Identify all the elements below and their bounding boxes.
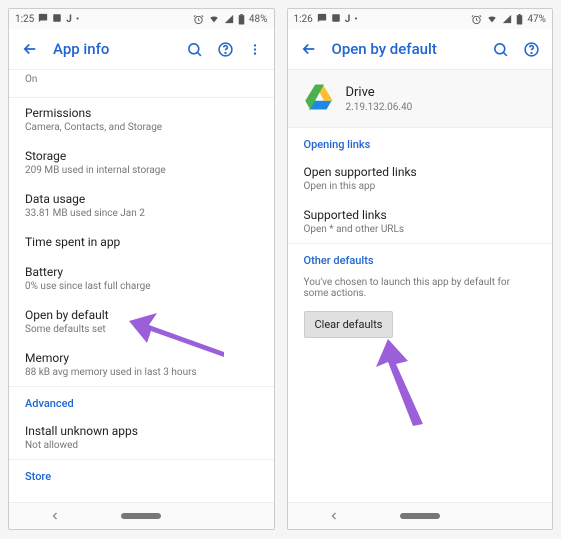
status-clock: 1:25 xyxy=(15,14,34,25)
nav-home-pill[interactable] xyxy=(400,513,440,519)
alarm-icon xyxy=(193,14,204,25)
row-label: Data usage xyxy=(25,192,258,206)
row-datausage[interactable]: Data usage 33.81 MB used since Jan 2 xyxy=(9,184,274,227)
notif-j-icon: J xyxy=(345,14,351,25)
row-time-in-app[interactable]: Time spent in app xyxy=(9,227,274,257)
row-open-by-default[interactable]: Open by default Some defaults set xyxy=(9,300,274,343)
battery-percent: 47% xyxy=(527,14,546,25)
wifi-icon xyxy=(486,14,498,24)
help-icon[interactable] xyxy=(523,41,540,58)
row-on[interactable]: On xyxy=(9,70,274,97)
section-opening-links: Opening links xyxy=(288,128,553,157)
section-advanced[interactable]: Advanced xyxy=(9,386,274,416)
row-sub: 33.81 MB used since Jan 2 xyxy=(25,208,258,219)
row-sub: 88 kB avg memory used in last 3 hours xyxy=(25,367,258,378)
page-title: App info xyxy=(53,40,172,58)
row-sub: Not allowed xyxy=(25,440,258,451)
app-bar: App info xyxy=(9,29,274,70)
status-left: 1:26 J • xyxy=(294,13,358,26)
nav-home-pill[interactable] xyxy=(121,513,161,519)
nav-back-icon[interactable] xyxy=(328,507,340,526)
notif-icon xyxy=(52,13,62,26)
alarm-icon xyxy=(471,14,482,25)
message-icon xyxy=(38,13,48,26)
status-bar: 1:25 J • 48% xyxy=(9,9,274,29)
row-label: Supported links xyxy=(304,208,537,222)
drive-app-icon xyxy=(304,82,334,115)
clear-defaults-button[interactable]: Clear defaults xyxy=(304,311,394,338)
status-left: 1:25 J • xyxy=(15,13,79,26)
row-battery[interactable]: Battery 0% use since last full charge xyxy=(9,257,274,300)
row-label: Install unknown apps xyxy=(25,424,258,438)
content: On Permissions Camera, Contacts, and Sto… xyxy=(9,70,274,502)
battery-icon xyxy=(238,14,245,25)
status-right: 48% xyxy=(193,14,268,25)
nav-back-icon[interactable] xyxy=(49,507,61,526)
phone-right: 1:26 J • 47% xyxy=(287,8,554,530)
row-open-supported-links[interactable]: Open supported links Open in this app xyxy=(288,157,553,200)
help-icon[interactable] xyxy=(217,41,234,58)
row-sub: Open * and other URLs xyxy=(304,224,537,235)
notif-icon xyxy=(331,13,341,26)
section-other-defaults: Other defaults xyxy=(288,243,553,273)
nav-bar xyxy=(9,502,274,529)
back-icon[interactable] xyxy=(21,40,39,58)
content: Drive 2.19.132.06.40 Opening links Open … xyxy=(288,70,553,502)
message-icon xyxy=(317,13,327,26)
battery-percent: 48% xyxy=(249,14,268,25)
status-right: 47% xyxy=(471,14,546,25)
row-label: Time spent in app xyxy=(25,235,258,249)
app-version: 2.19.132.06.40 xyxy=(346,102,413,113)
battery-icon xyxy=(516,14,523,25)
row-label: Open supported links xyxy=(304,165,537,179)
row-label: Permissions xyxy=(25,106,258,120)
row-label: Battery xyxy=(25,265,258,279)
row-storage[interactable]: Storage 209 MB used in internal storage xyxy=(9,141,274,184)
phone-left: 1:25 J • 48% xyxy=(8,8,275,530)
section-store[interactable]: Store xyxy=(9,459,274,489)
overflow-icon[interactable] xyxy=(248,41,262,58)
row-install-unknown[interactable]: Install unknown apps Not allowed xyxy=(9,416,274,459)
page-title: Open by default xyxy=(332,40,479,58)
defaults-note: You've chosen to launch this app by defa… xyxy=(288,273,553,307)
signal-icon xyxy=(224,14,234,24)
row-label: Memory xyxy=(25,351,258,365)
row-sub: 209 MB used in internal storage xyxy=(25,165,258,176)
nav-bar xyxy=(288,502,553,529)
search-icon[interactable] xyxy=(186,41,203,58)
app-header: Drive 2.19.132.06.40 xyxy=(288,70,553,128)
row-sub: Some defaults set xyxy=(25,324,258,335)
dot-icon: • xyxy=(76,14,79,25)
row-memory[interactable]: Memory 88 kB avg memory used in last 3 h… xyxy=(9,343,274,386)
row-label: Open by default xyxy=(25,308,258,322)
dot-icon: • xyxy=(354,14,357,25)
row-supported-links[interactable]: Supported links Open * and other URLs xyxy=(288,200,553,243)
wifi-icon xyxy=(208,14,220,24)
back-icon[interactable] xyxy=(300,40,318,58)
status-clock: 1:26 xyxy=(294,14,313,25)
row-sub: Camera, Contacts, and Storage xyxy=(25,122,258,133)
notif-j-icon: J xyxy=(66,14,72,25)
row-sub: Open in this app xyxy=(304,181,537,192)
app-header-text: Drive 2.19.132.06.40 xyxy=(346,85,413,113)
signal-icon xyxy=(502,14,512,24)
row-label: Storage xyxy=(25,149,258,163)
row-sub: 0% use since last full charge xyxy=(25,281,258,292)
app-name: Drive xyxy=(346,85,413,100)
search-icon[interactable] xyxy=(492,41,509,58)
row-permissions[interactable]: Permissions Camera, Contacts, and Storag… xyxy=(9,97,274,141)
status-bar: 1:26 J • 47% xyxy=(288,9,553,29)
app-bar: Open by default xyxy=(288,29,553,70)
row-label: On xyxy=(25,74,258,85)
